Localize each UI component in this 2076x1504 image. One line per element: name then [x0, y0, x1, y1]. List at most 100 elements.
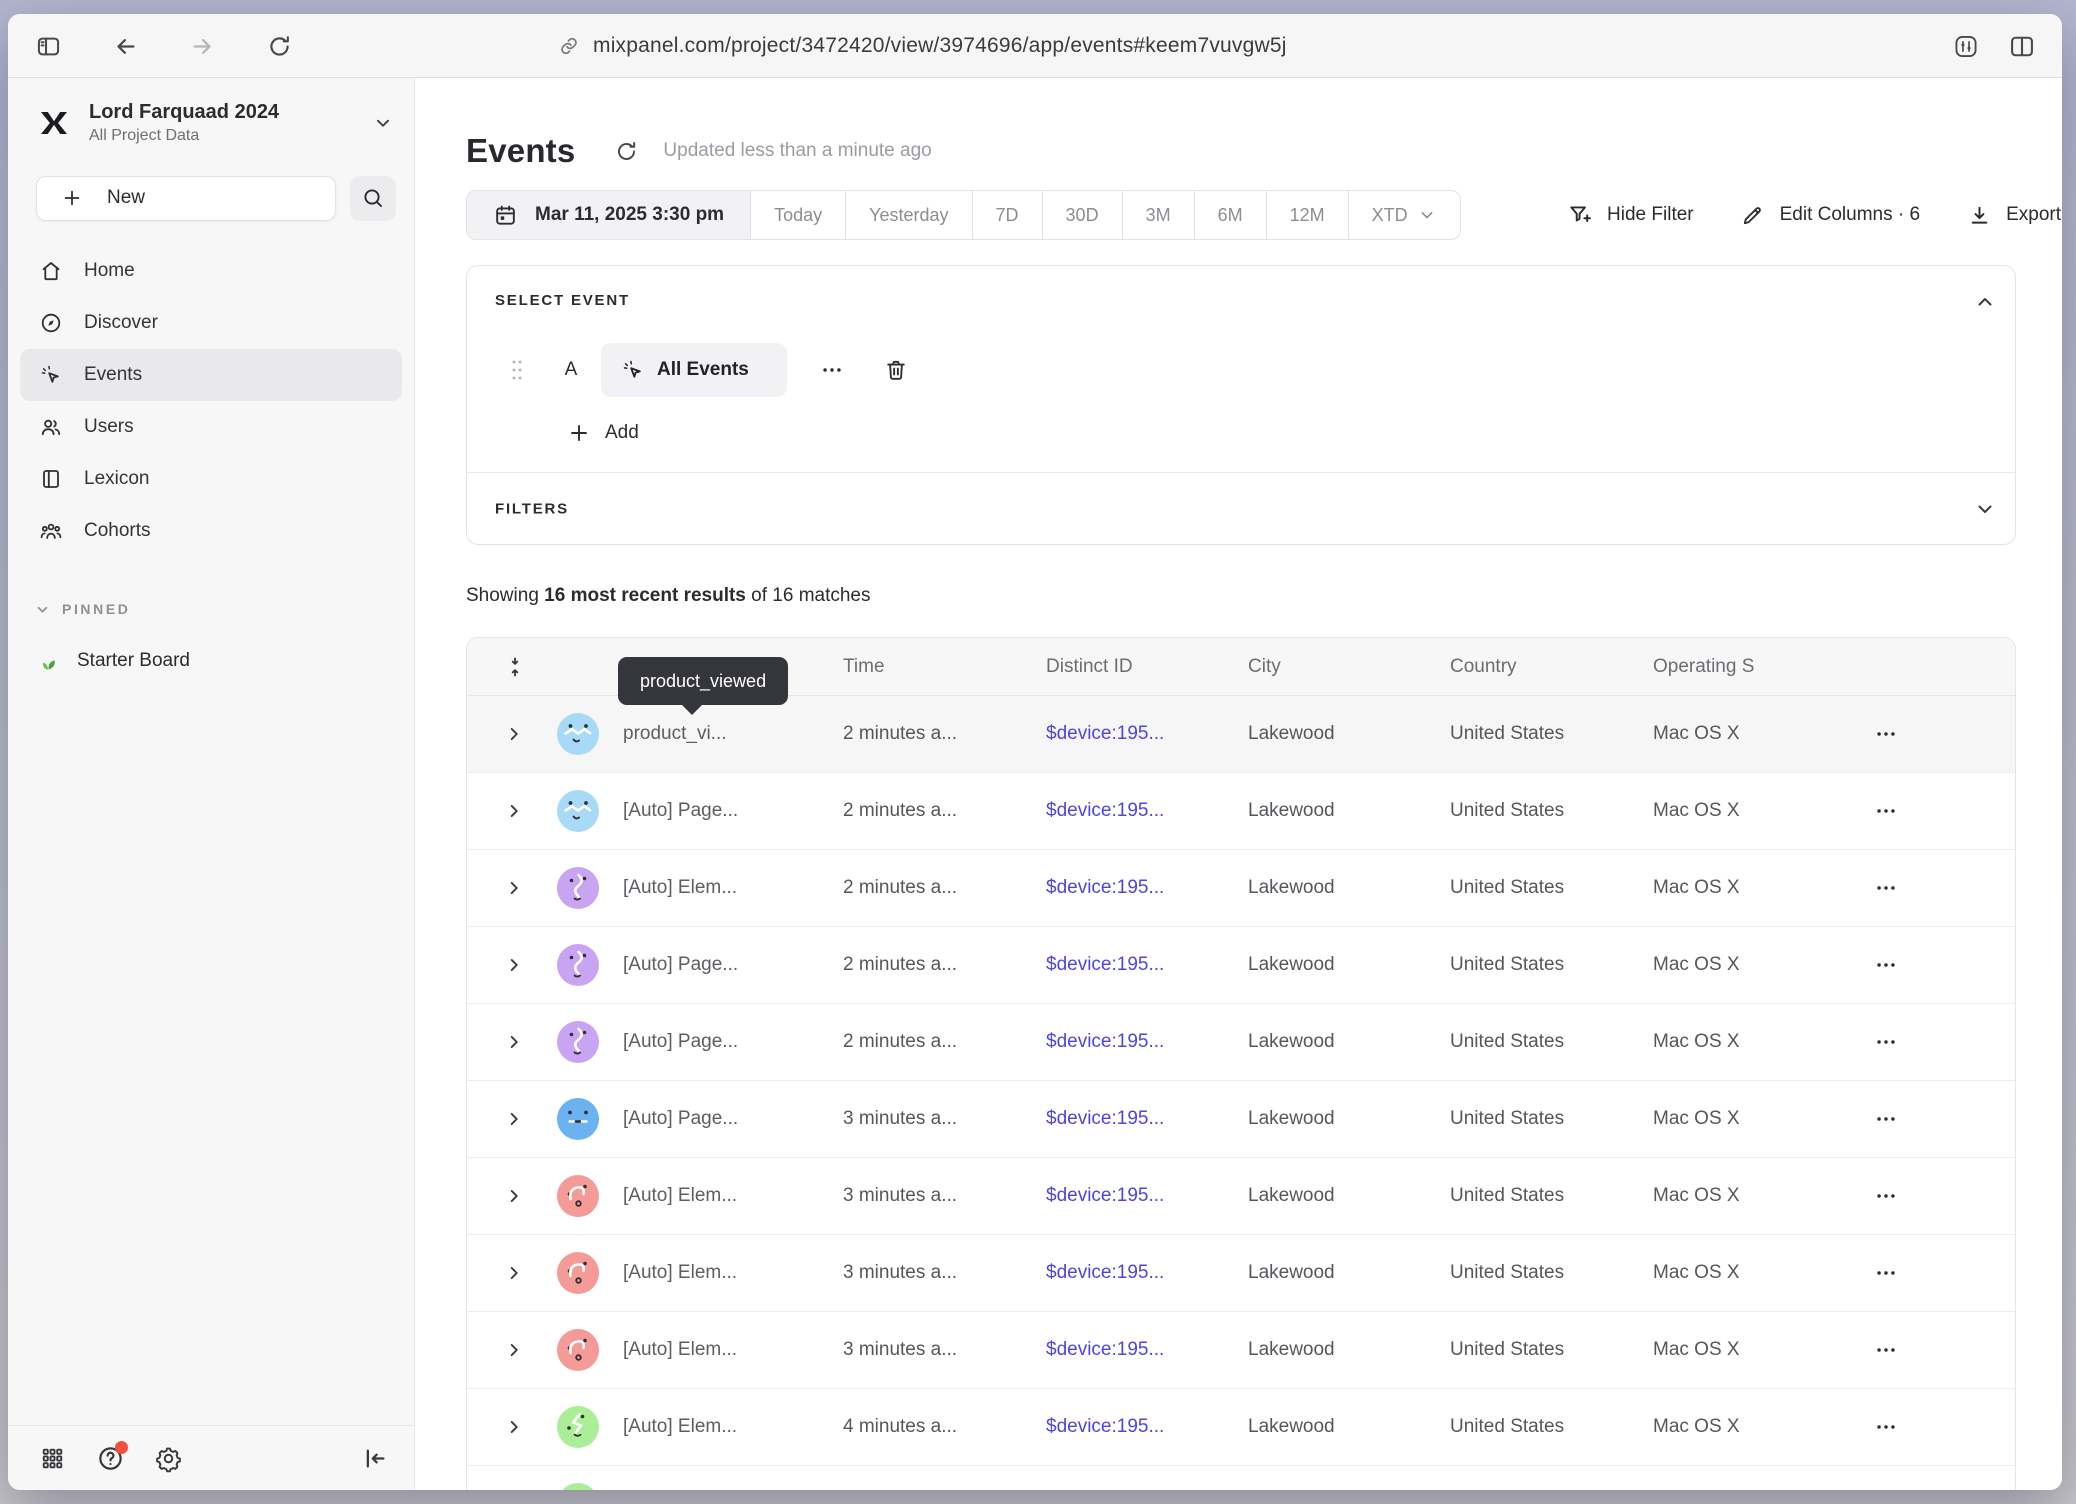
reload-icon[interactable]	[265, 32, 293, 60]
range-7d[interactable]: 7D	[973, 191, 1043, 239]
forward-icon[interactable]	[188, 32, 216, 60]
row-actions-icon[interactable]	[1829, 721, 2015, 747]
row-actions-icon[interactable]	[1829, 1337, 2015, 1363]
distinct-id-link[interactable]: $device:195...	[1022, 954, 1224, 976]
range-6m[interactable]: 6M	[1195, 191, 1267, 239]
distinct-id-link[interactable]: $device:195...	[1022, 1339, 1224, 1361]
column-header-city[interactable]: City	[1224, 656, 1426, 678]
table-row[interactable]: [Auto] Elem...2 minutes a...$device:195.…	[467, 850, 2015, 927]
table-row[interactable]: [Auto] Page...2 minutes a...$device:195.…	[467, 1004, 2015, 1081]
expand-row-chevron-icon[interactable]	[467, 800, 533, 822]
page-settings-icon[interactable]	[1952, 32, 1980, 60]
expand-row-chevron-icon[interactable]	[467, 954, 533, 976]
column-header-time[interactable]: Time	[819, 656, 1022, 678]
back-icon[interactable]	[111, 32, 139, 60]
more-options-icon[interactable]	[819, 357, 845, 383]
select-event-label: SELECT EVENT	[495, 292, 630, 309]
table-row[interactable]: [Auto] Elem...3 minutes a...$device:195.…	[467, 1235, 2015, 1312]
date-picker-button[interactable]: Mar 11, 2025 3:30 pm	[467, 191, 751, 239]
column-header-operating-s[interactable]: Operating S	[1629, 656, 1829, 678]
row-actions-icon[interactable]	[1829, 1029, 2015, 1055]
row-actions-icon[interactable]	[1829, 798, 2015, 824]
expand-row-chevron-icon[interactable]	[467, 1339, 533, 1361]
sidebar-nav: Home DiscoverEventsUsersLexiconCohorts	[20, 245, 402, 557]
sidebar-item-discover[interactable]: Discover	[20, 297, 402, 349]
refresh-icon[interactable]	[612, 137, 640, 165]
expand-row-chevron-icon[interactable]	[467, 1108, 533, 1130]
trash-icon[interactable]	[883, 357, 909, 383]
os-value: Mac OS X	[1629, 954, 1829, 976]
distinct-id-link[interactable]: $device:195...	[1022, 1185, 1224, 1207]
table-row[interactable]: [Auto] Page...3 minutes a...$device:195.…	[467, 1081, 2015, 1158]
distinct-id-link[interactable]: $device:195...	[1022, 1031, 1224, 1053]
distinct-id-link[interactable]: $device:195...	[1022, 800, 1224, 822]
row-actions-icon[interactable]	[1829, 875, 2015, 901]
row-actions-icon[interactable]	[1829, 1183, 2015, 1209]
sidebar-item-starter-board[interactable]: Starter Board	[20, 636, 402, 686]
column-header-country[interactable]: Country	[1426, 656, 1629, 678]
drag-handle-icon[interactable]	[509, 357, 525, 383]
range-3m[interactable]: 3M	[1123, 191, 1195, 239]
range-30d[interactable]: 30D	[1043, 191, 1123, 239]
add-event-button[interactable]: Add	[567, 413, 639, 453]
distinct-id-link[interactable]: $device:195...	[1022, 1108, 1224, 1130]
sidebar-item-label: Home	[84, 260, 135, 282]
expand-row-chevron-icon[interactable]	[467, 877, 533, 899]
country-value: United States	[1426, 1262, 1629, 1284]
gear-icon[interactable]	[153, 1443, 183, 1473]
expand-row-chevron-icon[interactable]	[467, 1262, 533, 1284]
workspace-switcher[interactable]: Lord Farquaad 2024 All Project Data	[34, 100, 394, 146]
country-value: United States	[1426, 1031, 1629, 1053]
row-actions-icon[interactable]	[1829, 1106, 2015, 1132]
collapse-all-rows-icon[interactable]	[467, 655, 533, 679]
table-row[interactable]: [Auto] Page...2 minutes a...$device:195.…	[467, 927, 2015, 1004]
range-yesterday[interactable]: Yesterday	[846, 191, 972, 239]
sidebar-item-cohorts[interactable]: Cohorts	[20, 505, 402, 557]
table-row[interactable]: [Auto] Page...2 minutes a...$device:195.…	[467, 773, 2015, 850]
new-button[interactable]: New	[36, 176, 336, 221]
os-value: Mac OS X	[1629, 1031, 1829, 1053]
expand-row-chevron-icon[interactable]	[467, 1416, 533, 1438]
row-actions-icon[interactable]	[1829, 1260, 2015, 1286]
edit-columns-button[interactable]: Edit Columns · 6	[1740, 202, 1920, 228]
apps-grid-icon[interactable]	[37, 1443, 67, 1473]
pinned-section-header[interactable]: PINNED	[34, 601, 414, 618]
distinct-id-link[interactable]: $device:195...	[1022, 1262, 1224, 1284]
chevron-down-icon[interactable]	[1973, 497, 1997, 521]
chevron-up-icon[interactable]	[1973, 290, 1997, 314]
table-row[interactable]: [Auto] Elem...4 minutes a...$device:195.…	[467, 1389, 2015, 1466]
table-row[interactable]: [Auto] Elem...3 minutes a...$device:195.…	[467, 1312, 2015, 1389]
sidebar-item-home[interactable]: Home	[20, 245, 402, 297]
export-button[interactable]: Export	[1966, 202, 2061, 228]
hide-filter-button[interactable]: Hide Filter	[1567, 202, 1694, 228]
results-summary: Showing 16 most recent results of 16 mat…	[466, 585, 2062, 607]
row-actions-icon[interactable]	[1829, 952, 2015, 978]
help-icon[interactable]	[95, 1443, 125, 1473]
sidebar-item-users[interactable]: Users	[20, 401, 402, 453]
table-row[interactable]	[467, 1466, 2015, 1490]
distinct-id-link[interactable]: $device:195...	[1022, 877, 1224, 899]
distinct-id-link[interactable]: $device:195...	[1022, 1416, 1224, 1438]
collapse-sidebar-icon[interactable]	[360, 1443, 390, 1473]
distinct-id-link[interactable]: $device:195...	[1022, 723, 1224, 745]
row-actions-icon[interactable]	[1829, 1414, 2015, 1440]
sidebar-item-lexicon[interactable]: Lexicon	[20, 453, 402, 505]
column-header-distinct-id[interactable]: Distinct ID	[1022, 656, 1224, 678]
range-today[interactable]: Today	[751, 191, 846, 239]
table-row[interactable]: [Auto] Elem...3 minutes a...$device:195.…	[467, 1158, 2015, 1235]
address-bar[interactable]: mixpanel.com/project/3472420/view/397469…	[558, 14, 1287, 78]
workspace-name: Lord Farquaad 2024	[89, 100, 279, 124]
pinned-list: Starter Board	[20, 636, 402, 686]
range-12m[interactable]: 12M	[1267, 191, 1349, 239]
event-selector-pill[interactable]: All Events	[601, 343, 787, 397]
range-xtd[interactable]: XTD	[1349, 191, 1460, 239]
expand-row-chevron-icon[interactable]	[467, 1031, 533, 1053]
expand-row-chevron-icon[interactable]	[467, 723, 533, 745]
date-range-control: Mar 11, 2025 3:30 pm TodayYesterday7D30D…	[466, 190, 1461, 240]
event-time: 2 minutes a...	[819, 800, 1022, 822]
sidebar-toggle-icon[interactable]	[34, 32, 62, 60]
sidebar-item-events[interactable]: Events	[20, 349, 402, 401]
expand-row-chevron-icon[interactable]	[467, 1185, 533, 1207]
split-view-icon[interactable]	[2008, 32, 2036, 60]
search-button[interactable]	[350, 176, 396, 221]
